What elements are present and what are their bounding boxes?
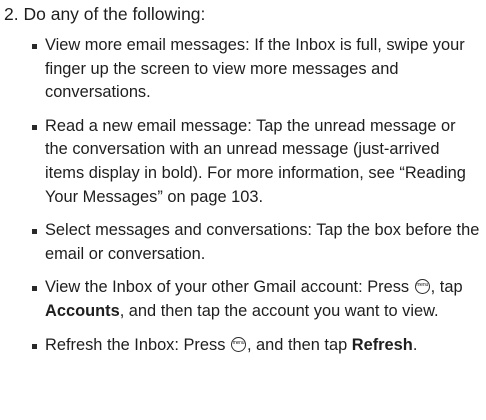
- item-text-part3: .: [412, 335, 418, 354]
- bullet-icon: [32, 229, 37, 235]
- bullet-icon: [32, 286, 37, 292]
- bullet-icon: [32, 343, 37, 349]
- item-text-part1: View the Inbox of your other Gmail accou…: [45, 278, 414, 297]
- bullet-icon: [32, 124, 37, 130]
- list-item-read-new: Read a new email message: Tap the unread…: [32, 115, 480, 209]
- menu-key-label: menu: [232, 339, 245, 346]
- step-number: 2.: [4, 4, 19, 24]
- list-item-other-inbox: View the Inbox of your other Gmail accou…: [32, 276, 480, 323]
- bullet-icon: [32, 44, 37, 49]
- item-text-part1: Refresh the Inbox: Press: [45, 335, 230, 354]
- item-text-part2: , and then tap: [246, 335, 352, 354]
- list-item-refresh: Refresh the Inbox: Press menu, and then …: [32, 334, 480, 358]
- menu-key-icon: menu: [414, 279, 430, 295]
- step-heading: 2. Do any of the following:: [4, 2, 205, 26]
- item-text: Read a new email message: Tap the unread…: [45, 116, 466, 206]
- item-text-part2: , tap: [430, 278, 463, 297]
- options-list: View more email messages: If the Inbox i…: [32, 34, 480, 367]
- list-item-select: Select messages and conversations: Tap t…: [32, 219, 480, 266]
- refresh-label: Refresh: [351, 335, 413, 354]
- manual-page: 2. Do any of the following: View more em…: [0, 0, 486, 420]
- accounts-label: Accounts: [45, 301, 120, 320]
- step-text: Do any of the following:: [23, 4, 206, 24]
- item-text: View more email messages: If the Inbox i…: [45, 36, 465, 102]
- list-item-view-more: View more email messages: If the Inbox i…: [32, 34, 480, 105]
- menu-key-icon: menu: [230, 336, 246, 352]
- menu-key-label: menu: [416, 282, 429, 289]
- item-text-part3: , and then tap the account you want to v…: [119, 301, 439, 320]
- item-text: Select messages and conversations: Tap t…: [45, 221, 480, 263]
